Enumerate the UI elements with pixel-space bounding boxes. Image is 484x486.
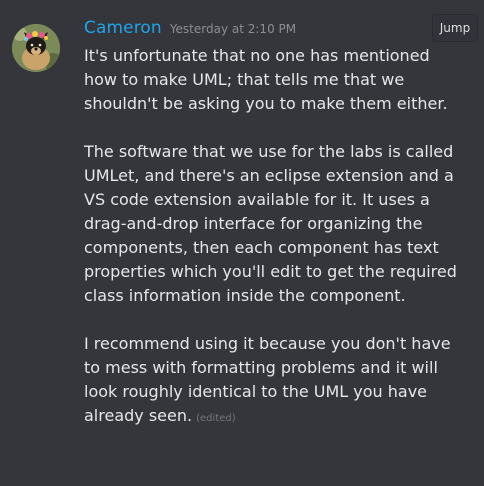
dog-avatar-icon (12, 24, 60, 72)
message-paragraph: It's unfortunate that no one has mention… (84, 44, 476, 116)
message-header: Cameron Yesterday at 2:10 PM (84, 18, 476, 44)
message-line: how to make UML; that tells me that we (84, 70, 405, 89)
message-line: shouldn't be asking you to make them eit… (84, 94, 448, 113)
message-paragraph: The software that we use for the labs is… (84, 140, 476, 308)
message-line: properties which you'll edit to get the … (84, 262, 457, 281)
message-line: The software that we use for the labs is… (84, 142, 454, 161)
message-line-last: already seen. (edited) (84, 404, 476, 431)
message-line: I recommend using it because you don't h… (84, 334, 451, 353)
message-timestamp: Yesterday at 2:10 PM (169, 22, 297, 36)
message-line: It's unfortunate that no one has mention… (84, 46, 430, 65)
message-line: components, then each component has text (84, 238, 439, 257)
chat-message: Jump Cameron Yesterday at 2:10 PM It's u… (0, 0, 484, 486)
avatar[interactable] (12, 24, 60, 72)
message-line: UMLet, and there's an eclipse extension … (84, 166, 454, 185)
message-content: Cameron Yesterday at 2:10 PM It's unfort… (84, 18, 476, 431)
message-line: drag-and-drop interface for organizing t… (84, 214, 423, 233)
edited-label: (edited) (196, 413, 236, 424)
message-line: to mess with formatting problems and it … (84, 358, 438, 377)
message-line: class information inside the component. (84, 286, 406, 305)
message-line: look roughly identical to the UML you ha… (84, 382, 428, 401)
message-line: VS code extension available for it. It u… (84, 190, 430, 209)
message-paragraph: I recommend using it because you don't h… (84, 332, 476, 431)
message-line-text: already seen. (84, 406, 193, 425)
author-name[interactable]: Cameron (84, 18, 162, 38)
